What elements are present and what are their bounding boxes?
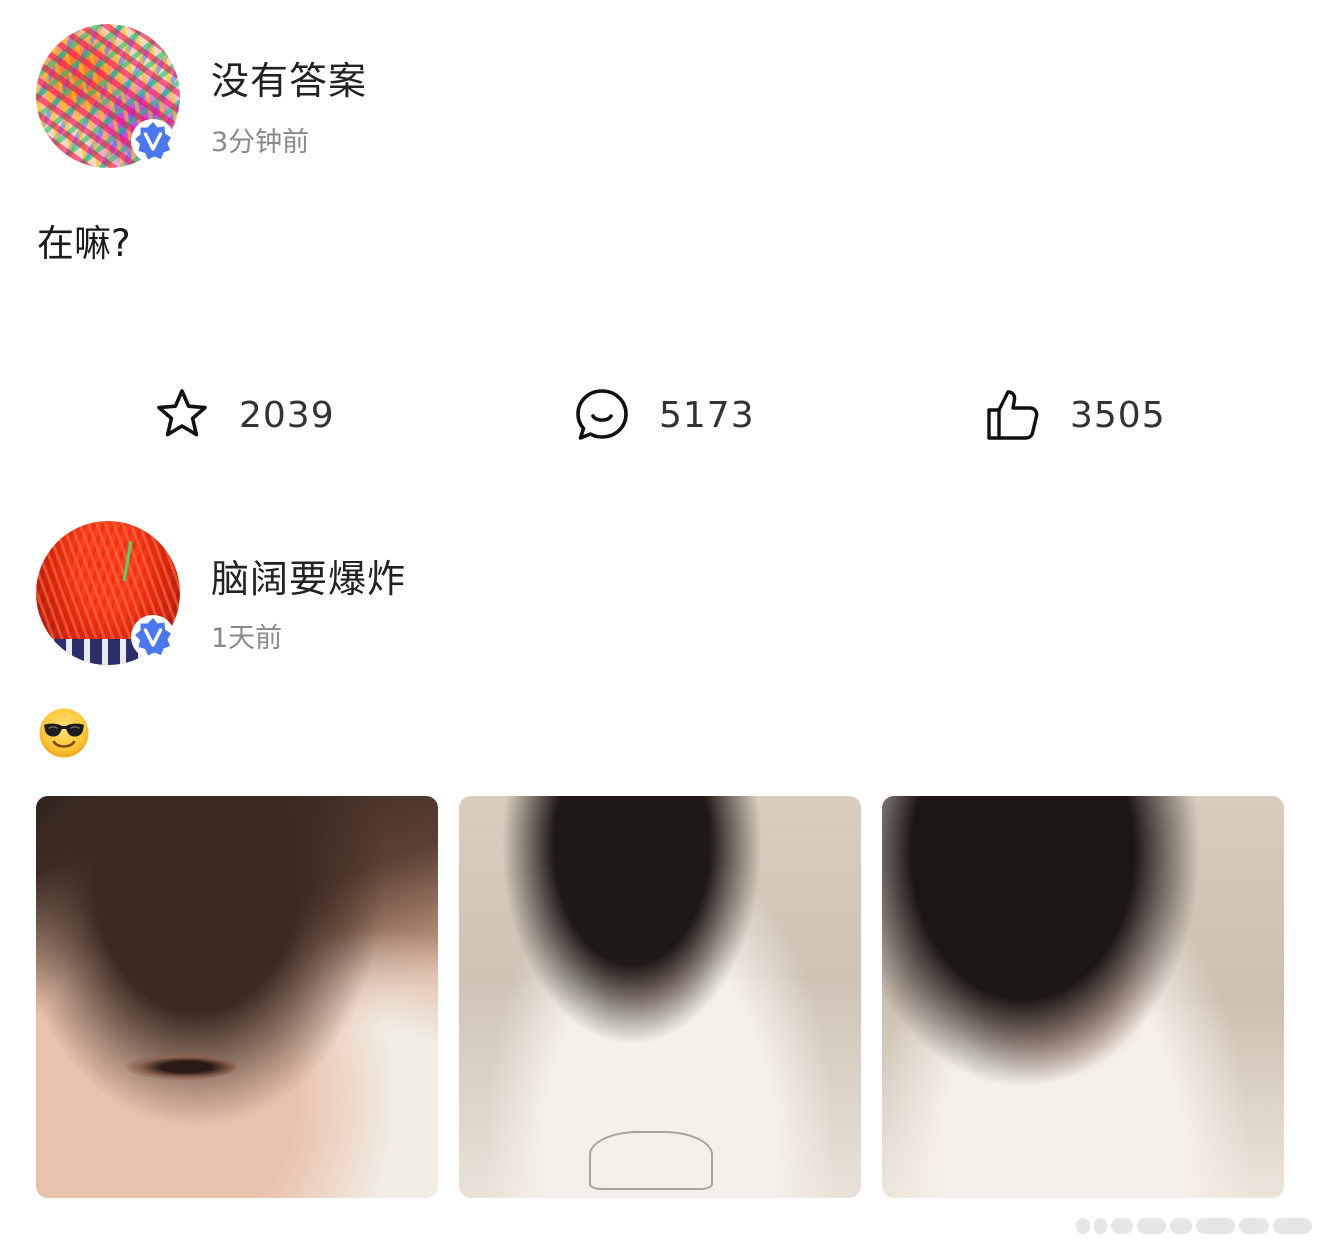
post-photo[interactable] bbox=[36, 796, 438, 1198]
timestamp: 3分钟前 bbox=[211, 127, 310, 158]
verified-badge-icon bbox=[131, 615, 175, 659]
thumbs-up-icon bbox=[987, 390, 1039, 440]
post-card: 脑阔要爆炸 1天前 bbox=[0, 496, 1320, 1253]
like-button[interactable]: 3505 bbox=[984, 386, 1166, 444]
comment-icon bbox=[576, 389, 628, 440]
post-photo[interactable] bbox=[459, 796, 861, 1198]
scroll-indicator bbox=[1076, 1216, 1312, 1236]
post-card: 没有答案 3分钟前 在嘛? 2039 5173 3505 bbox=[0, 0, 1320, 480]
post-photo[interactable] bbox=[882, 796, 1284, 1198]
sunglasses-emoji-icon bbox=[39, 708, 89, 758]
timestamp: 1天前 bbox=[211, 623, 283, 654]
favorite-count: 2039 bbox=[239, 394, 335, 436]
verified-badge-icon bbox=[131, 119, 175, 163]
username[interactable]: 脑阔要爆炸 bbox=[211, 548, 406, 603]
comment-count: 5173 bbox=[659, 394, 755, 436]
star-icon bbox=[157, 389, 207, 437]
username[interactable]: 没有答案 bbox=[211, 50, 367, 105]
like-count: 3505 bbox=[1070, 394, 1166, 436]
post-text: 在嘛? bbox=[37, 222, 131, 265]
comment-button[interactable]: 5173 bbox=[573, 386, 755, 444]
favorite-button[interactable]: 2039 bbox=[153, 386, 335, 444]
